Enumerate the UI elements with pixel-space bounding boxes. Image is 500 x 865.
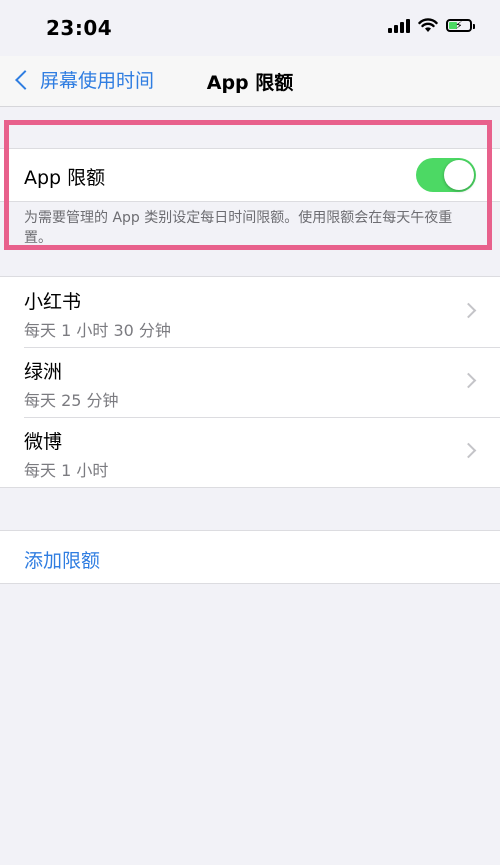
list-item-xiaohongshu[interactable]: 小红书 每天 1 小时 30 分钟 (0, 277, 500, 347)
page-title-text: App 限额 (206, 72, 294, 94)
app-limits-footnote: 为需要管理的 App 类别设定每日时间限额。使用限额会在每天午夜重置。 (24, 210, 453, 246)
status-time: 23:04 (46, 16, 113, 40)
app-limit-value: 每天 1 小时 30 分钟 (24, 321, 171, 340)
navigation-bar: 屏幕使用时间 App 限额 (0, 56, 500, 107)
app-name: 绿洲 (24, 361, 63, 383)
app-limits-toggle-row: App 限额 (0, 148, 500, 202)
app-limit-value: 每天 25 分钟 (24, 391, 119, 410)
toggle-knob (444, 160, 474, 190)
wifi-icon (418, 18, 438, 32)
status-icons: ⚡ (388, 18, 475, 33)
chevron-right-icon (460, 302, 477, 319)
add-limit-label: 添加限额 (24, 550, 101, 572)
list-item-oasis[interactable]: 绿洲 每天 25 分钟 (0, 347, 500, 417)
page-title: App 限额 (0, 68, 500, 95)
app-limits-toggle[interactable] (416, 158, 476, 192)
battery-charging-icon: ⚡ (446, 19, 475, 32)
app-limits-label: App 限额 (24, 167, 106, 189)
app-limit-value: 每天 1 小时 (24, 461, 109, 480)
chevron-right-icon (460, 372, 477, 389)
add-limit-button[interactable]: 添加限额 (0, 530, 500, 584)
app-name: 小红书 (24, 291, 82, 313)
status-bar: 23:04 ⚡ (0, 0, 500, 56)
app-limits-list: 小红书 每天 1 小时 30 分钟 绿洲 每天 25 分钟 微博 每天 1 小时 (0, 276, 500, 488)
list-item-weibo[interactable]: 微博 每天 1 小时 (0, 417, 500, 487)
cellular-signal-icon (388, 18, 410, 33)
app-name: 微博 (24, 431, 63, 453)
chevron-right-icon (460, 442, 477, 459)
